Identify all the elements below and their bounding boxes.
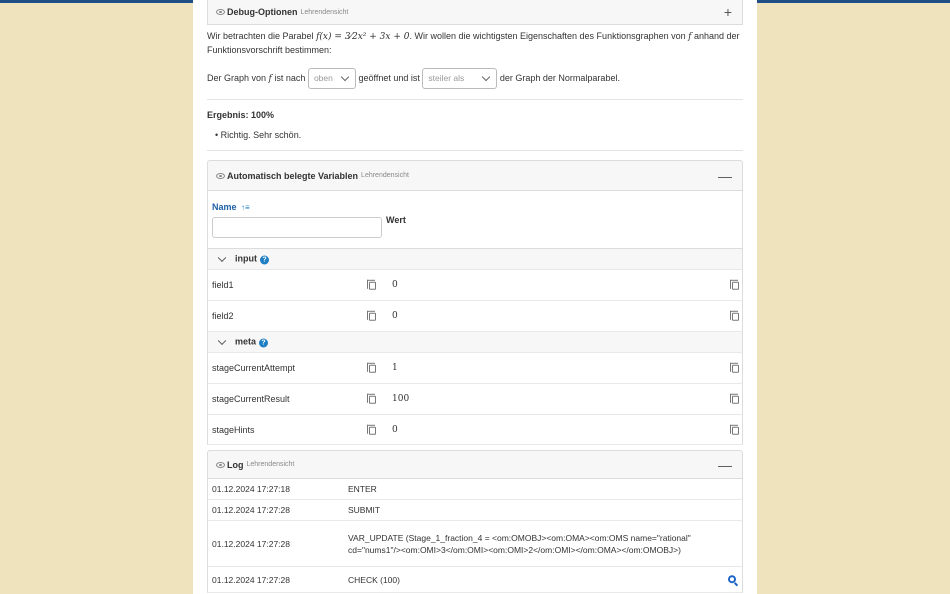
sentence-c: geöffnet und ist [358,73,420,83]
function-var: f [688,32,692,42]
variable-name: field1 [212,280,234,290]
variable-value: 0 [392,280,398,290]
copy-icon[interactable] [730,393,739,404]
result-feedback-item: • Richtig. Sehr schön. [215,129,755,142]
variables-filter-area: Name ↑≡ Wert [207,191,743,249]
variables-title: Automatisch belegte Variablen [227,170,359,181]
sentence-a: Der Graph von [207,73,267,83]
variables-header[interactable]: Automatisch belegte Variablen Lehrendens… [207,160,743,191]
debug-options-header[interactable]: Debug-Optionen Lehrendensicht + [207,0,743,25]
formula: f(x) = 3⁄2x² + 3x + 0 [316,32,410,42]
log-message: SUBMIT [348,505,381,515]
copy-icon[interactable] [367,362,376,373]
sort-icon[interactable]: ↑≡ [241,203,250,212]
group-name: input [235,253,257,264]
log-entry: 01.12.2024 17:27:28 SUBMIT [207,500,743,521]
copy-icon[interactable] [730,362,739,373]
sentence-b: ist nach [274,73,306,83]
direction-select[interactable]: oben [307,68,356,90]
copy-icon[interactable] [730,424,739,435]
intro-text-line2: Funktionsvorschrift bestimmen: [207,45,332,55]
intro-text-a: Wir betrachten die Parabel [207,31,314,41]
chevron-down-icon [482,72,491,82]
direction-select-value: oben [313,73,333,84]
log-message: ENTER [348,484,377,494]
log-time: 01.12.2024 17:27:18 [212,484,290,494]
log-header[interactable]: Log Lehrendensicht — [207,450,743,479]
log-subtitle: Lehrendensicht [246,461,295,468]
result-label: Ergebnis: 100% [207,110,275,120]
copy-icon[interactable] [367,310,376,321]
log-time: 01.12.2024 17:27:28 [212,538,290,549]
steepness-select[interactable]: steiler als [422,68,498,90]
log-message: VAR_UPDATE (Stage_1_fraction_4 = <om:OMO… [348,532,691,555]
table-row: stageCurrentAttempt 1 [207,353,743,384]
result-feedback: Richtig. Sehr schön. [220,130,302,140]
group-label-input: input? [235,254,269,265]
task-description: Wir betrachten die Parabel f(x) = 3⁄2x² … [207,30,747,57]
chevron-down-icon[interactable] [217,253,227,263]
plus-icon[interactable]: + [724,5,732,19]
name-filter-input[interactable] [212,217,382,238]
intro-text-b: . Wir wollen die wichtigsten Eigenschaft… [409,31,686,41]
log-entry: 01.12.2024 17:27:28 CHECK (100) [207,567,743,593]
steepness-select-value: steiler als [428,73,465,84]
divider [207,99,743,100]
variable-name: stageCurrentAttempt [212,363,296,373]
copy-icon[interactable] [730,279,739,290]
group-row-meta[interactable]: meta? [207,332,743,353]
log-entry: 01.12.2024 17:27:28 VAR_UPDATE (Stage_1_… [207,521,743,567]
table-row: stageCurrentResult 100 [207,384,743,415]
eye-icon [216,461,225,468]
copy-icon[interactable] [367,424,376,435]
divider [207,150,743,151]
value-column-header: Wert [386,215,406,225]
copy-icon[interactable] [367,393,376,404]
minus-icon[interactable]: — [718,169,732,183]
log-time: 01.12.2024 17:27:28 [212,505,290,515]
minus-icon[interactable]: — [718,458,732,472]
debug-options-subtitle: Lehrendensicht [300,8,349,16]
chevron-down-icon[interactable] [217,336,227,346]
task-sentence: Der Graph von f ist nach oben geöffnet u… [207,67,747,91]
zoom-icon[interactable] [728,574,736,583]
variables-subtitle: Lehrendensicht [361,172,409,179]
variable-value: 100 [392,394,410,404]
help-icon[interactable]: ? [260,255,269,265]
variable-name: stageHints [212,424,255,435]
variable-value: 0 [392,311,398,321]
variable-value: 1 [392,363,398,373]
help-icon[interactable]: ? [259,338,269,348]
content-page: Debug-Optionen Lehrendensicht + Wir betr… [193,0,757,594]
table-row: stageHints 0 [207,415,743,445]
log-title: Log [227,459,244,470]
intro-text-c: anhand der [694,31,740,41]
log-entry: 01.12.2024 17:27:18 ENTER [207,479,743,500]
table-row: field2 0 [207,301,743,332]
name-column-label: Name [212,202,237,212]
log-time: 01.12.2024 17:27:28 [212,574,290,585]
eye-icon [216,9,225,15]
group-row-input[interactable]: input? [207,249,743,270]
group-name: meta [235,336,257,347]
name-column-header[interactable]: Name ↑≡ [212,202,250,212]
debug-options-title: Debug-Optionen [227,7,298,17]
variable-name: stageCurrentResult [212,394,290,404]
table-row: field1 0 [207,270,743,301]
sentence-f: f [268,74,272,84]
group-label-meta: meta? [235,336,269,348]
variable-value: 0 [392,424,398,435]
variable-name: field2 [212,311,234,321]
chevron-down-icon [340,72,350,82]
sentence-d: der Graph der Normalparabel. [499,73,620,83]
eye-icon [216,172,225,179]
copy-icon[interactable] [730,310,739,321]
copy-icon[interactable] [367,279,376,290]
log-message: CHECK (100) [348,574,400,585]
